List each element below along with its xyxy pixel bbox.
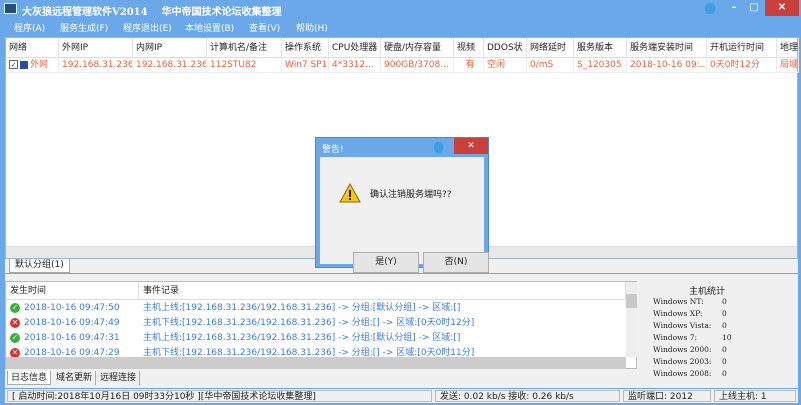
tab-domain-update[interactable]: 域名更新 xyxy=(53,371,97,385)
warning-dialog: 警告! ✕ 确认注销服务端吗?? 是(Y) 否(N) xyxy=(315,137,489,273)
menu-build-server[interactable]: 服务生成(F) xyxy=(60,21,108,34)
column-header[interactable]: 服务端安装时间 xyxy=(627,38,707,58)
column-header[interactable]: CPU处理器 xyxy=(329,38,381,58)
status-port: 监听端口: 2012 xyxy=(623,390,711,402)
menu-exit[interactable]: 程序退出(E) xyxy=(123,21,172,34)
stat-label: Windows XP: xyxy=(653,309,703,318)
dialog-title: 警告! xyxy=(322,145,344,155)
log-row[interactable]: ✕ 2018-10-16 09:47:49 xyxy=(10,316,139,331)
table-cell[interactable]: 4*3312... xyxy=(329,58,381,73)
column-header[interactable]: 视频 xyxy=(454,38,484,58)
column-header[interactable]: 计算机名/备注 xyxy=(207,38,282,58)
log-row[interactable]: ✓ 2018-10-16 09:47:31 xyxy=(10,331,139,346)
table-cell[interactable]: 192.168.31.236 xyxy=(59,58,133,73)
stat-label: Windows 2000: xyxy=(653,345,712,354)
stats-title: 主机统计 xyxy=(689,287,726,297)
table-cell[interactable]: 空闲 xyxy=(484,58,527,73)
column-header[interactable]: 内网IP xyxy=(133,38,207,58)
tab-log-info[interactable]: 日志信息 xyxy=(7,371,52,385)
host-stats: 主机统计 Windows NT: 0 Windows XP: 0 Windows Vis… xyxy=(642,274,798,388)
table-cell[interactable]: 局域 xyxy=(777,58,799,73)
minimize-button[interactable]: – xyxy=(725,0,743,16)
status-start-time: [ 启动时间:2018年10月16日 09时33分10秒 ][华中帝国技术论坛收… xyxy=(7,390,432,402)
table-cell[interactable]: 192.168.31.236 xyxy=(133,58,207,73)
column-header[interactable]: 网络延时 xyxy=(527,38,574,58)
tab-default-group[interactable]: 默认分组(1) xyxy=(9,259,70,273)
log-horizontal-scrollbar[interactable] xyxy=(6,357,626,369)
maximize-button[interactable]: □ xyxy=(745,0,763,16)
stat-value: 0 xyxy=(722,297,727,306)
log-list: 发生时间 事件记录 ✓ 2018-10-16 09:47:50 主机上线:[192… xyxy=(5,281,637,369)
log-header-time[interactable]: 发生时间 xyxy=(6,282,139,300)
menu-view[interactable]: 查看(V) xyxy=(249,21,280,34)
no-button[interactable]: 否(N) xyxy=(423,252,489,273)
close-button[interactable]: ✕ xyxy=(765,0,799,16)
skin-icon xyxy=(434,142,443,153)
stat-label: Windows 2008: xyxy=(653,369,712,378)
table-cell[interactable]: 0/mS xyxy=(527,58,574,73)
stat-label: Windows NT: xyxy=(653,297,704,306)
stat-value: 0 xyxy=(722,357,727,366)
yes-button[interactable]: 是(Y) xyxy=(353,252,419,273)
dialog-message: 确认注销服务端吗?? xyxy=(370,190,452,200)
column-header[interactable]: DDOS状 xyxy=(484,38,527,58)
menu-help[interactable]: 帮助(H) xyxy=(296,21,328,34)
table-cell[interactable]: 900GB/3708... xyxy=(381,58,454,73)
column-header[interactable]: 地理 xyxy=(777,38,799,58)
column-header[interactable]: 网络 xyxy=(6,38,59,58)
column-header[interactable]: 服务版本 xyxy=(574,38,627,58)
menu-program[interactable]: 程序(A) xyxy=(14,21,45,34)
log-event: 主机上线:[192.168.31.236/192.168.31.236] -> … xyxy=(143,303,461,313)
log-event: 主机上线:[192.168.31.236/192.168.31.236] -> … xyxy=(143,333,461,343)
status-traffic: 发送: 0.02 kb/s 接收: 0.26 kb/s xyxy=(435,390,620,402)
table-cell[interactable]: 2018-10-16 09:... xyxy=(627,58,707,73)
table-cell[interactable]: Win7 SP1 xyxy=(282,58,329,73)
column-header[interactable]: 操作系统 xyxy=(282,38,329,58)
stat-label: Windows 7: xyxy=(653,333,698,342)
stat-value: 0 xyxy=(722,345,727,354)
column-header[interactable]: 外网IP xyxy=(59,38,133,58)
log-row[interactable]: ✓ 2018-10-16 09:47:50 xyxy=(10,301,139,316)
stat-label: Windows Vista: xyxy=(653,321,712,330)
computer-icon xyxy=(20,60,28,69)
log-event: 主机下线:[192.168.31.236/192.168.31.236] -> … xyxy=(143,318,475,328)
menu-local-settings[interactable]: 本地设置(B) xyxy=(185,21,234,34)
app-icon xyxy=(4,3,17,14)
check-icon: ✓ xyxy=(10,332,20,343)
tab-remote-connect[interactable]: 远程连接 xyxy=(97,371,141,385)
table-cell[interactable]: S_120305 xyxy=(574,58,627,73)
error-icon: ✕ xyxy=(10,317,20,328)
table-cell[interactable]: 112STU82 xyxy=(207,58,282,73)
log-vertical-scrollbar[interactable] xyxy=(626,282,637,357)
status-bar: [ 启动时间:2018年10月16日 09时33分10秒 ][华中帝国技术论坛收… xyxy=(5,389,798,403)
status-online-hosts: 上线主机: 1 xyxy=(714,390,796,402)
title-bar: 大灰狼远程管理软件V2014 华中帝国技术论坛收集整理 – □ ✕ xyxy=(0,0,801,18)
menu-bar: 程序(A) 服务生成(F) 程序退出(E) 本地设置(B) 查看(V) 帮助(H… xyxy=(0,18,801,35)
column-header[interactable]: 开机运行时间 xyxy=(707,38,777,58)
check-icon: ✓ xyxy=(10,302,20,313)
stat-value: 10 xyxy=(722,333,732,342)
stat-label: Windows 2003: xyxy=(653,357,712,366)
window-title: 大灰狼远程管理软件V2014 华中帝国技术论坛收集整理 xyxy=(22,7,282,18)
bottom-panel: 发生时间 事件记录 ✓ 2018-10-16 09:47:50 主机上线:[192… xyxy=(5,274,798,388)
stat-value: 0 xyxy=(722,309,727,318)
stat-value: 0 xyxy=(722,369,727,378)
table-cell[interactable]: ✓ 外网 xyxy=(6,58,59,73)
warning-icon xyxy=(339,183,361,203)
log-header-event[interactable]: 事件记录 xyxy=(139,282,626,300)
stat-value: 0 xyxy=(722,321,727,330)
skin-icon[interactable] xyxy=(705,3,715,14)
dialog-close-button[interactable]: ✕ xyxy=(454,138,488,154)
table-cell[interactable]: 有 xyxy=(454,58,484,73)
error-icon: ✕ xyxy=(10,347,20,358)
column-header[interactable]: 硬盘/内存容量 xyxy=(381,38,454,58)
table-cell[interactable]: 0天0时12分 xyxy=(707,58,777,73)
row-checkbox[interactable]: ✓ xyxy=(9,60,18,69)
